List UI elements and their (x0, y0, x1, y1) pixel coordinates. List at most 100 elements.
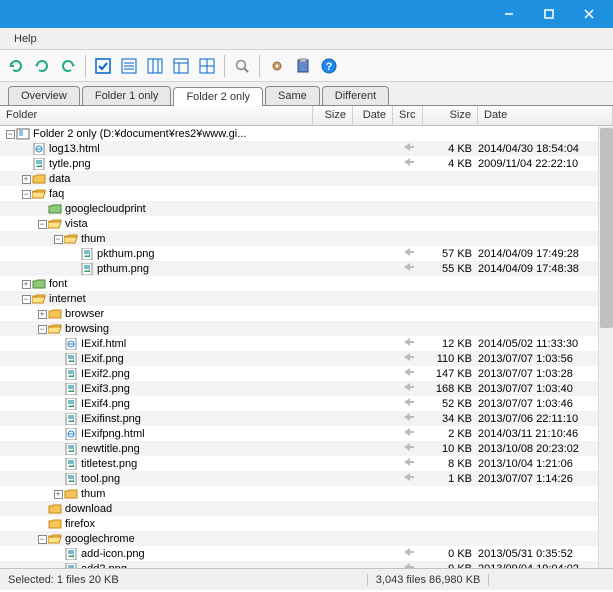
tree-file[interactable]: IExif3.png168 KB2013/07/07 1:03:40 (0, 381, 613, 396)
src-arrow-icon (393, 562, 423, 568)
help-icon[interactable]: ? (317, 54, 341, 78)
item-label: googlecloudprint (65, 203, 146, 215)
tree-folder[interactable]: −thum (0, 231, 613, 246)
tree-file[interactable]: IExif.html12 KB2014/05/02 11:33:30 (0, 336, 613, 351)
maximize-button[interactable] (529, 0, 569, 28)
tree-file[interactable]: IExifpng.html2 KB2014/03/11 21:10:46 (0, 426, 613, 441)
svg-text:?: ? (326, 61, 333, 73)
expander-icon[interactable]: + (20, 278, 32, 290)
expander-icon[interactable]: − (36, 323, 48, 335)
tree-file[interactable]: tool.png1 KB2013/07/07 1:14:26 (0, 471, 613, 486)
png-icon (32, 158, 46, 170)
folder-closed-icon (48, 503, 62, 515)
column-date1[interactable]: Date (353, 106, 393, 125)
item-label: IExifpng.html (81, 428, 145, 440)
expander-icon[interactable]: + (20, 173, 32, 185)
tree-folder[interactable]: download (0, 501, 613, 516)
tree-folder[interactable]: − internet (0, 291, 613, 306)
png-icon (64, 563, 78, 569)
details-icon[interactable] (169, 54, 193, 78)
file-size: 168 KB (423, 383, 478, 395)
tree-folder[interactable]: −faq (0, 186, 613, 201)
tree-folder[interactable]: − browsing (0, 321, 613, 336)
tree-file[interactable]: add2.png9 KB2013/09/04 19:04:02 (0, 561, 613, 568)
close-button[interactable] (569, 0, 609, 28)
tree-file[interactable]: IExif.png110 KB2013/07/07 1:03:56 (0, 351, 613, 366)
menu-help[interactable]: Help (6, 30, 45, 48)
list-icon[interactable] (117, 54, 141, 78)
html-icon (64, 428, 78, 440)
scrollbar-thumb[interactable] (600, 128, 613, 328)
file-size: 110 KB (423, 353, 478, 365)
column-size1[interactable]: Size (313, 106, 353, 125)
scrollbar-vertical[interactable] (598, 126, 613, 568)
file-tree[interactable]: −Folder 2 only (D:¥document¥res2¥www.gi.… (0, 126, 613, 568)
item-label: IExif.html (81, 338, 126, 350)
column-src[interactable]: Src (393, 106, 423, 125)
search-icon[interactable] (230, 54, 254, 78)
tree-folder[interactable]: firefox (0, 516, 613, 531)
item-label: tool.png (81, 473, 120, 485)
tree-folder[interactable]: +data (0, 171, 613, 186)
item-label: IExif3.png (81, 383, 130, 395)
refresh-left-icon[interactable] (30, 54, 54, 78)
refresh-icon[interactable] (4, 54, 28, 78)
item-label: IExifinst.png (81, 413, 141, 425)
tree-file[interactable]: pthum.png55 KB2014/04/09 17:48:38 (0, 261, 613, 276)
file-date: 2014/04/09 17:49:28 (478, 248, 613, 260)
expander-icon[interactable]: + (52, 488, 64, 500)
item-label: download (65, 503, 112, 515)
tree-file[interactable]: titletest.png8 KB2013/10/04 1:21:06 (0, 456, 613, 471)
tab-same[interactable]: Same (265, 86, 320, 105)
minimize-button[interactable] (489, 0, 529, 28)
expander-icon[interactable]: − (36, 533, 48, 545)
png-icon (64, 398, 78, 410)
expander-icon[interactable]: − (36, 218, 48, 230)
expander-icon[interactable]: − (52, 233, 64, 245)
tree-folder[interactable]: −vista (0, 216, 613, 231)
tab-folder-2-only[interactable]: Folder 2 only (173, 87, 263, 106)
tree-file[interactable]: pkthum.png57 KB2014/04/09 17:49:28 (0, 246, 613, 261)
png-icon (64, 458, 78, 470)
refresh-right-icon[interactable] (56, 54, 80, 78)
toolbar: ? (0, 50, 613, 82)
tree-folder[interactable]: −googlechrome (0, 531, 613, 546)
src-arrow-icon (393, 367, 423, 380)
file-date: 2014/05/02 11:33:30 (478, 338, 613, 350)
gear-icon[interactable] (265, 54, 289, 78)
folder-open-icon (48, 323, 62, 335)
tab-overview[interactable]: Overview (8, 86, 80, 105)
tree-folder[interactable]: +browser (0, 306, 613, 321)
item-label: newtitle.png (81, 443, 140, 455)
grid-icon[interactable] (195, 54, 219, 78)
tree-folder[interactable]: −Folder 2 only (D:¥document¥res2¥www.gi.… (0, 126, 613, 141)
item-label: browsing (65, 323, 109, 335)
tree-file[interactable]: newtitle.png10 KB2013/10/08 20:23:02 (0, 441, 613, 456)
item-label: add2.png (81, 563, 127, 569)
column-date2[interactable]: Date (478, 106, 613, 125)
tree-file[interactable]: log13.html4 KB2014/04/30 18:54:04 (0, 141, 613, 156)
check-icon[interactable] (91, 54, 115, 78)
tree-icon (16, 128, 30, 140)
expander-icon[interactable]: − (20, 293, 32, 305)
expander-icon[interactable]: + (36, 308, 48, 320)
file-date: 2014/04/09 17:48:38 (478, 263, 613, 275)
clipboard-icon[interactable] (291, 54, 315, 78)
tree-file[interactable]: IExifinst.png34 KB2013/07/06 22:11:10 (0, 411, 613, 426)
tab-folder-1-only[interactable]: Folder 1 only (82, 86, 172, 105)
column-folder[interactable]: Folder (0, 106, 313, 125)
tree-file[interactable]: tytle.png4 KB2009/11/04 22:22:10 (0, 156, 613, 171)
tab-different[interactable]: Different (322, 86, 389, 105)
column-size2[interactable]: Size (423, 106, 478, 125)
html-icon (32, 143, 46, 155)
tree-file[interactable]: IExif2.png147 KB2013/07/07 1:03:28 (0, 366, 613, 381)
tree-folder[interactable]: googlecloudprint (0, 201, 613, 216)
item-label: internet (49, 293, 86, 305)
expander-icon[interactable]: − (4, 128, 16, 140)
tree-file[interactable]: add-icon.png0 KB2013/05/31 0:35:52 (0, 546, 613, 561)
tree-folder[interactable]: +font (0, 276, 613, 291)
expander-icon[interactable]: − (20, 188, 32, 200)
tree-file[interactable]: IExif4.png52 KB2013/07/07 1:03:46 (0, 396, 613, 411)
columns-icon[interactable] (143, 54, 167, 78)
tree-folder[interactable]: +thum (0, 486, 613, 501)
